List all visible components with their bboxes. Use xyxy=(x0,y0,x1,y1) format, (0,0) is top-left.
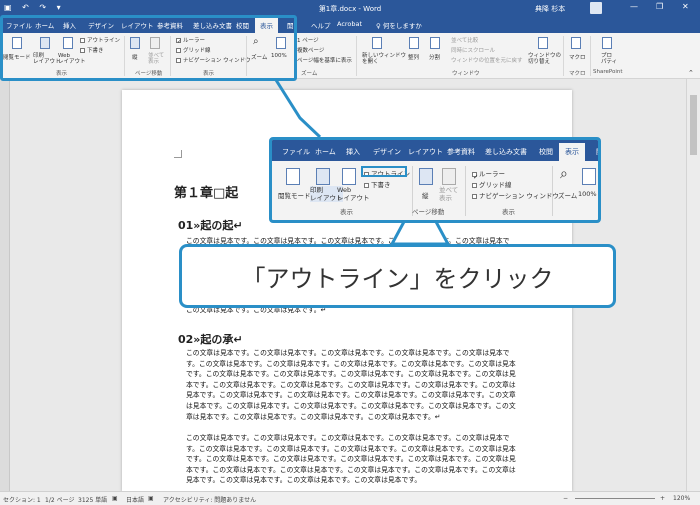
zoom-nav-pane-label: ナビゲーション ウィンドウ xyxy=(479,192,559,200)
zoom-read-mode-label: 閲覧モード xyxy=(278,192,311,200)
zoom-tab-layout: レイアウト xyxy=(408,148,443,156)
instruction-callout: 「アウトライン」をクリック xyxy=(179,244,616,308)
zoom-slider[interactable] xyxy=(575,498,655,499)
zoom-100-icon xyxy=(582,168,596,185)
section-heading-2: 02»起の承↵ xyxy=(178,333,243,346)
ribbon-highlight-frame xyxy=(0,15,297,81)
separator xyxy=(356,36,357,76)
arrange-button[interactable]: 整列 xyxy=(408,53,419,61)
tell-me-search[interactable]: ♀ 何をしますか xyxy=(376,20,422,30)
outline-highlight xyxy=(361,166,407,177)
zoom-separator xyxy=(552,166,553,216)
zoom-100-label: 100% xyxy=(578,190,597,198)
word-count[interactable]: 3125 単語 xyxy=(78,495,107,504)
side-by-side-compare-button[interactable]: 並べて比較 xyxy=(451,36,478,44)
zoom-gridlines-label: グリッド線 xyxy=(479,181,512,189)
new-window-icon xyxy=(372,37,382,49)
sync-scroll-button[interactable]: 同時にスクロール xyxy=(451,46,495,54)
margin-mark xyxy=(174,150,182,158)
page-width-button[interactable]: ページ幅を基準に表示 xyxy=(297,56,352,64)
switch-window-button[interactable]: ウィンドウの 切り替え xyxy=(528,53,561,65)
sharepoint-group-label: SharePoint xyxy=(593,69,623,75)
multi-page-button[interactable]: 複数ページ xyxy=(297,46,324,54)
minimize-button[interactable]: — xyxy=(630,2,638,11)
user-name[interactable]: 典降 杉本 xyxy=(535,4,565,14)
split-icon xyxy=(430,37,440,49)
language-indicator[interactable]: 日本語 xyxy=(126,495,144,504)
zoom-zoom-label: ズーム xyxy=(558,192,578,200)
title-bar: ▣ ↶ ↷ ▾ 第1章.docx - Word 典降 杉本 — ❐ ✕ xyxy=(0,0,700,16)
vertical-scrollbar[interactable] xyxy=(686,79,700,491)
zoom-draft-label: 下書き xyxy=(371,181,391,189)
properties-icon xyxy=(602,37,612,49)
zoom-in-button[interactable]: + xyxy=(660,495,665,502)
page-indicator[interactable]: 1/2 ページ xyxy=(45,495,74,504)
scrollbar-thumb[interactable] xyxy=(690,95,697,155)
zoom-tab-review: 校閲 xyxy=(539,148,553,156)
instruction-text: 「アウトライン」をクリック xyxy=(241,264,554,293)
separator xyxy=(563,36,564,76)
tab-help[interactable]: ヘルプ xyxy=(311,20,331,30)
status-bar: セクション: 1 1/2 ページ 3125 単語 ▣ 日本語 ▣ アクセシビリテ… xyxy=(0,491,700,505)
new-window-button[interactable]: 新しいウィンドウ を開く xyxy=(362,53,406,65)
zoom-tab-file: ファイル xyxy=(282,148,310,156)
tab-acrobat[interactable]: Acrobat xyxy=(337,20,362,28)
section-body-2b: この文章は見本です。この文章は見本です。この文章は見本です。この文章は見本です。… xyxy=(186,434,516,485)
vertical-ruler xyxy=(0,79,10,491)
zoom-print-layout-icon xyxy=(316,168,330,185)
collapse-ribbon-icon[interactable]: ⌃ xyxy=(688,69,694,77)
zoom-tab-view: 表示 xyxy=(559,143,585,161)
zoom-ruler-item: ✓ルーラー xyxy=(472,170,505,181)
separator xyxy=(590,36,591,76)
zoom-level[interactable]: 120% xyxy=(673,495,690,502)
zoom-tab-home: ホーム xyxy=(315,148,336,156)
zoom-ruler-label: ルーラー xyxy=(479,170,505,178)
zoom-tab-mailings: 差し込み文書 xyxy=(485,148,527,156)
window-group-label: ウィンドウ xyxy=(452,71,480,77)
zoom-page-move-group-label: ページ移動 xyxy=(412,208,445,216)
arrange-icon xyxy=(409,37,419,49)
zoom-side-icon xyxy=(442,168,456,185)
zoom-read-mode-icon xyxy=(286,168,300,185)
one-page-button[interactable]: 1 ページ xyxy=(297,36,319,44)
reset-window-button[interactable]: ウィンドウの位置を元に戻す xyxy=(451,56,523,64)
split-button[interactable]: 分割 xyxy=(429,53,440,61)
accessibility-status[interactable]: アクセシビリティ: 問題ありません xyxy=(163,495,256,504)
avatar[interactable] xyxy=(590,2,602,14)
zoom-tab-dev: 開 xyxy=(596,147,598,157)
zoom-tab-design: デザイン xyxy=(373,148,401,156)
zoom-gridlines-item: グリッド線 xyxy=(472,179,512,189)
zoom-separator xyxy=(465,166,466,216)
zoomed-ribbon-tabs: ファイル ホーム 挿入 デザイン レイアウト 参考資料 差し込み文書 校閲 表示… xyxy=(272,140,598,161)
zoom-out-button[interactable]: − xyxy=(563,495,568,502)
zoom-side-label: 並べて 表示 xyxy=(439,186,459,202)
section-body-2: この文章は見本です。この文章は見本です。この文章は見本です。この文章は見本です。… xyxy=(186,349,516,421)
zoom-group-label: ズーム xyxy=(301,71,318,77)
zoom-nav-pane-item: ナビゲーション ウィンドウ xyxy=(472,190,559,200)
section-heading-1: 01»起の起↵ xyxy=(178,219,243,232)
zoom-draft-item: 下書き xyxy=(364,179,391,189)
zoom-magnifier-icon: ⌕ xyxy=(560,166,568,182)
macro-button[interactable]: マクロ xyxy=(569,53,586,61)
zoom-tab-insert: 挿入 xyxy=(346,148,360,156)
close-button[interactable]: ✕ xyxy=(682,2,689,11)
properties-button[interactable]: プロ パティ xyxy=(601,53,617,65)
macro-record-icon[interactable]: ▣ xyxy=(148,495,154,502)
zoom-vertical-icon xyxy=(419,168,433,185)
macro-group-label: マクロ xyxy=(569,71,586,77)
chapter-heading: 第１章□起 xyxy=(174,186,239,201)
zoom-show-group-label: 表示 xyxy=(502,208,515,216)
zoom-vertical-label: 縦 xyxy=(422,192,429,200)
proofing-icon[interactable]: ▣ xyxy=(112,495,118,502)
zoom-views-group-label: 表示 xyxy=(340,208,353,216)
restore-button[interactable]: ❐ xyxy=(656,2,663,11)
switch-window-icon xyxy=(538,37,548,49)
macro-icon xyxy=(571,37,581,49)
section-indicator[interactable]: セクション: 1 xyxy=(3,495,41,504)
zoom-tab-references: 参考資料 xyxy=(447,148,475,156)
zoom-web-layout-icon xyxy=(342,168,356,185)
zoomed-ribbon-callout: ファイル ホーム 挿入 デザイン レイアウト 参考資料 差し込み文書 校閲 表示… xyxy=(269,137,601,223)
